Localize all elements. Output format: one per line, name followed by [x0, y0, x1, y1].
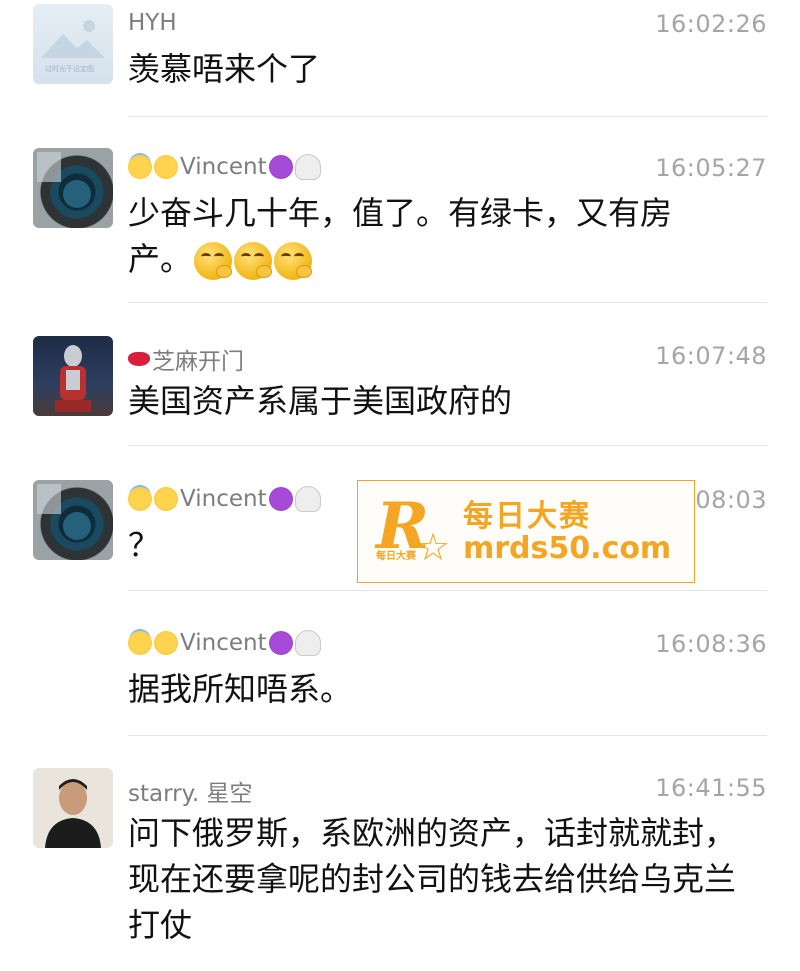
- watermark-title: 每日大赛: [463, 499, 591, 534]
- ghost-emoji: [294, 630, 321, 656]
- ghost-emoji: [294, 486, 321, 512]
- lips-emoji: [128, 352, 150, 366]
- avatar[interactable]: [33, 148, 113, 228]
- watermark-url: mrds50.com: [463, 531, 672, 566]
- message-text[interactable]: 问下俄罗斯，系欧洲的资产，话封就就封，现在还要拿呢的封公司的钱去给供给乌克兰打仗: [128, 810, 750, 948]
- tongue-out-emoji: [154, 487, 178, 511]
- sender-name: Vincent: [128, 486, 321, 512]
- avatar[interactable]: [33, 336, 113, 416]
- message-item: 过时光不设定图 HYH 16:02:26 羡慕唔来个了: [0, 4, 800, 119]
- avatar[interactable]: [33, 768, 113, 848]
- sender-name: Vincent: [128, 630, 321, 656]
- camera-photo-icon: [37, 152, 91, 208]
- sender-name: HYH: [128, 10, 177, 36]
- tongue-out-emoji: [154, 631, 178, 655]
- ghost-emoji: [294, 154, 321, 180]
- message-text[interactable]: 羡慕唔来个了: [128, 46, 738, 92]
- divider: [128, 302, 767, 303]
- person-photo-icon: [45, 779, 101, 848]
- face-with-hand-emoji: [234, 242, 273, 280]
- avatar[interactable]: [33, 480, 113, 560]
- timestamp: 16:07:48: [655, 342, 767, 370]
- halo-smile-emoji: [128, 155, 152, 179]
- tongue-out-emoji: [154, 155, 178, 179]
- message-text[interactable]: 少奋斗几十年，值了。有绿卡，又有房产。: [128, 190, 728, 282]
- avatar[interactable]: 过时光不设定图: [33, 4, 113, 84]
- devil-emoji: [268, 155, 293, 179]
- halo-smile-emoji: [128, 487, 152, 511]
- message-text[interactable]: 美国资产系属于美国政府的: [128, 378, 738, 424]
- message-item: Vincent 16:08:36 据我所知唔系。: [0, 624, 800, 736]
- face-with-hand-emoji: [274, 242, 313, 280]
- devil-emoji: [268, 487, 293, 511]
- sender-name: 芝麻开门: [128, 342, 244, 376]
- divider: [128, 735, 767, 736]
- divider: [128, 116, 767, 117]
- watermark-logo: R ☆ 每日大赛 每日大赛 mrds50.com: [357, 480, 695, 583]
- avatar-caption: 过时光不设定图: [45, 65, 94, 73]
- divider: [128, 445, 767, 446]
- face-with-hand-emoji: [194, 242, 233, 280]
- timestamp: 16:08:36: [655, 630, 767, 658]
- sender-name: starry. 星空: [128, 781, 253, 807]
- devil-emoji: [268, 631, 293, 655]
- timestamp: 16:02:26: [655, 10, 767, 38]
- message-text[interactable]: 据我所知唔系。: [128, 666, 738, 712]
- timestamp: 16:41:55: [655, 774, 767, 802]
- camera-photo-icon: [37, 484, 91, 540]
- sender-name: Vincent: [128, 154, 321, 180]
- watermark-small-text: 每日大赛: [376, 551, 416, 562]
- halo-smile-emoji: [128, 631, 152, 655]
- ultraman-figure-icon: [55, 345, 91, 412]
- message-item: 芝麻开门 16:07:48 美国资产系属于美国政府的: [0, 336, 800, 446]
- timestamp: 16:05:27: [655, 154, 767, 182]
- divider: [128, 590, 767, 591]
- message-item: starry. 星空 16:41:55 问下俄罗斯，系欧洲的资产，话封就就封，现…: [0, 768, 800, 971]
- message-item: Vincent 16:05:27 少奋斗几十年，值了。有绿卡，又有房产。: [0, 148, 800, 303]
- star-icon: ☆: [416, 525, 451, 569]
